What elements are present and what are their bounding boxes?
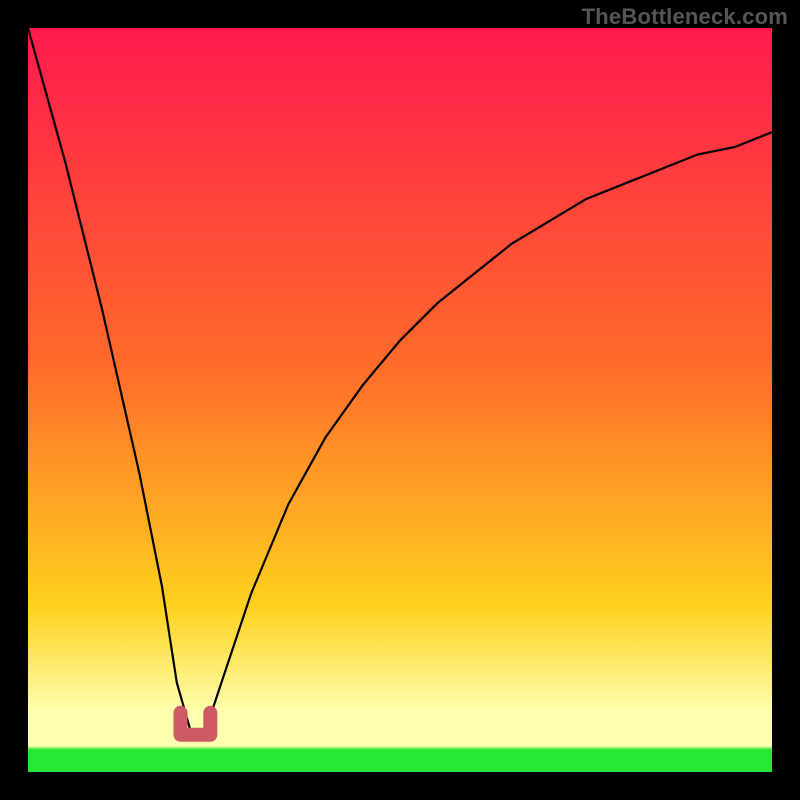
chart-svg xyxy=(28,28,772,772)
watermark-text: TheBottleneck.com xyxy=(582,4,788,30)
plot-area xyxy=(28,28,772,772)
outer-frame: TheBottleneck.com xyxy=(0,0,800,800)
bottleneck-curve xyxy=(28,28,772,735)
optimal-range-marker xyxy=(181,713,211,735)
